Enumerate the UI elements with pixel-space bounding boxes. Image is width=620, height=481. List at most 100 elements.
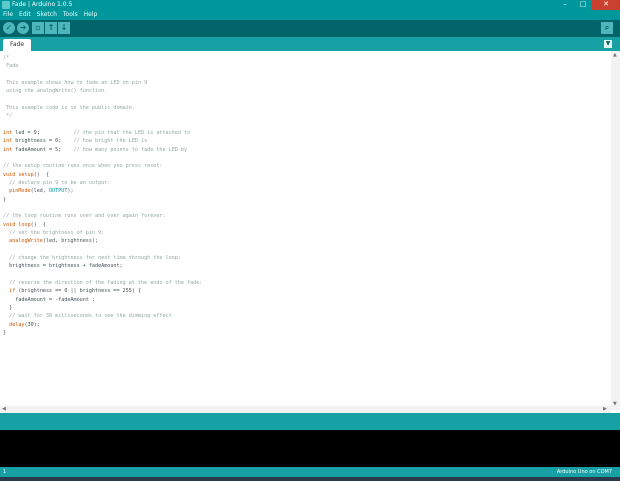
code-token: Fade: [3, 63, 19, 70]
serial-monitor-button[interactable]: ⌕: [601, 22, 613, 34]
code-token: // how bright the LED is: [73, 138, 148, 145]
menu-file[interactable]: File: [3, 11, 13, 18]
code-line: This example shows how to fade an LED on…: [3, 79, 603, 87]
code-line: }: [3, 304, 603, 312]
code-text[interactable]: /* Fade This example shows how to fade a…: [3, 54, 603, 337]
maximize-button[interactable]: □: [574, 0, 592, 10]
verify-button[interactable]: ✓: [3, 22, 15, 34]
code-line: // the setup routine runs once when you …: [3, 162, 603, 170]
code-token: delay: [9, 321, 25, 328]
arduino-app-icon: [2, 1, 10, 9]
code-line: This example code is in the public domai…: [3, 104, 603, 112]
code-token: analogWrite: [9, 238, 43, 245]
code-token: /*: [3, 55, 10, 61]
code-token: // the loop routine runs over and over a…: [3, 213, 166, 220]
code-token: led = 9;: [12, 129, 74, 136]
code-token: // how many points to fade the LED by: [73, 146, 188, 153]
code-token: (brightness == 0 || brightness == 255) {: [15, 288, 142, 295]
code-line: // the loop routine runs over and over a…: [3, 212, 603, 220]
scroll-left-icon[interactable]: ◀: [2, 406, 6, 412]
code-token: brightness = brightness + fadeAmount;: [3, 263, 123, 270]
code-line: int fadeAmount = 5; // how many points t…: [3, 146, 603, 154]
code-line: brightness = brightness + fadeAmount;: [3, 262, 603, 270]
code-token: using the analogWrite() function.: [3, 88, 108, 95]
code-line: // declare pin 9 to be an output:: [3, 179, 603, 187]
code-token: // change the brightness for next time t…: [3, 254, 181, 261]
menu-sketch[interactable]: Sketch: [37, 11, 57, 18]
scroll-up-icon[interactable]: ▲: [613, 52, 617, 58]
code-line: analogWrite(led, brightness);: [3, 237, 603, 245]
code-token: setup: [18, 171, 34, 178]
code-token: fadeAmount = 5;: [12, 146, 74, 153]
tab-menu-button[interactable]: ▼: [604, 40, 612, 48]
code-token: int: [3, 129, 13, 136]
code-token: () {: [33, 171, 50, 178]
code-token: brightness = 0;: [12, 138, 74, 145]
new-sketch-button[interactable]: ▫: [32, 22, 44, 34]
code-token: pinMode: [9, 188, 31, 195]
code-line: Fade: [3, 62, 603, 70]
minimize-button[interactable]: –: [556, 0, 574, 10]
menu-edit[interactable]: Edit: [19, 11, 31, 18]
code-line: // wait for 30 milliseconds to see the d…: [3, 312, 603, 320]
code-token: (led, brightness);: [42, 238, 99, 245]
code-line: fadeAmount = -fadeAmount ;: [3, 296, 603, 304]
open-sketch-button[interactable]: ↑: [45, 22, 57, 34]
code-token: This example shows how to fade an LED on…: [3, 79, 148, 86]
close-button[interactable]: ✕: [592, 0, 620, 10]
status-bar: 1 Arduino Uno on COM7: [0, 467, 620, 477]
tab-bar: Fade ▼: [0, 37, 620, 51]
message-area: [0, 413, 620, 430]
code-line: int led = 9; // the pin that the LED is …: [3, 129, 603, 137]
code-token: () {: [30, 221, 46, 228]
line-number: 1: [3, 469, 7, 475]
code-token: int: [3, 146, 13, 153]
scroll-right-icon[interactable]: ▶: [603, 406, 607, 412]
code-line: // set the brightness of pin 9:: [3, 229, 603, 237]
code-token: fadeAmount = -fadeAmount ;: [3, 296, 96, 303]
code-token: // reverse the direction of the fading a…: [3, 279, 203, 286]
menu-bar: File Edit Sketch Tools Help: [0, 10, 620, 20]
code-line: // change the brightness for next time t…: [3, 254, 603, 262]
toolbar: ✓ ➜ ▫ ↑ ↓ ⌕: [0, 20, 620, 37]
code-token: loop: [18, 221, 31, 228]
code-token: (30);: [24, 321, 40, 328]
window-title: Fade | Arduino 1.0.5: [12, 1, 73, 8]
scroll-down-icon[interactable]: ▼: [613, 401, 617, 407]
tab-fade[interactable]: Fade: [3, 39, 31, 51]
code-line: // reverse the direction of the fading a…: [3, 279, 603, 287]
code-token: );: [67, 188, 74, 195]
code-token: */: [3, 113, 13, 120]
code-line: pinMode(led, OUTPUT);: [3, 187, 603, 195]
editor-gutter: [0, 51, 2, 410]
board-port-label: Arduino Uno on COM7: [556, 469, 612, 475]
title-bar: Fade | Arduino 1.0.5 – □ ✕: [0, 0, 620, 10]
code-line: delay(30);: [3, 321, 603, 329]
code-editor[interactable]: /* Fade This example shows how to fade a…: [0, 51, 620, 410]
code-token: }: [3, 196, 7, 203]
code-token: // set the brightness of pin 9:: [3, 229, 105, 236]
code-line: }: [3, 329, 603, 337]
menu-tools[interactable]: Tools: [63, 11, 78, 18]
upload-button[interactable]: ➜: [17, 22, 29, 34]
console-output: [0, 430, 620, 467]
save-sketch-button[interactable]: ↓: [58, 22, 70, 34]
code-token: // the setup routine runs once when you …: [3, 163, 163, 170]
code-token: (led,: [30, 188, 50, 195]
code-token: }: [3, 329, 7, 336]
code-token: }: [3, 304, 13, 311]
code-token: OUTPUT: [49, 188, 68, 195]
code-token: void: [3, 221, 16, 228]
code-token: void: [3, 171, 16, 178]
horizontal-scrollbar[interactable]: ◀ ▶: [0, 406, 611, 413]
os-taskbar: [0, 477, 620, 481]
menu-help[interactable]: Help: [84, 11, 98, 18]
vertical-scrollbar[interactable]: ▲ ▼: [611, 51, 620, 410]
